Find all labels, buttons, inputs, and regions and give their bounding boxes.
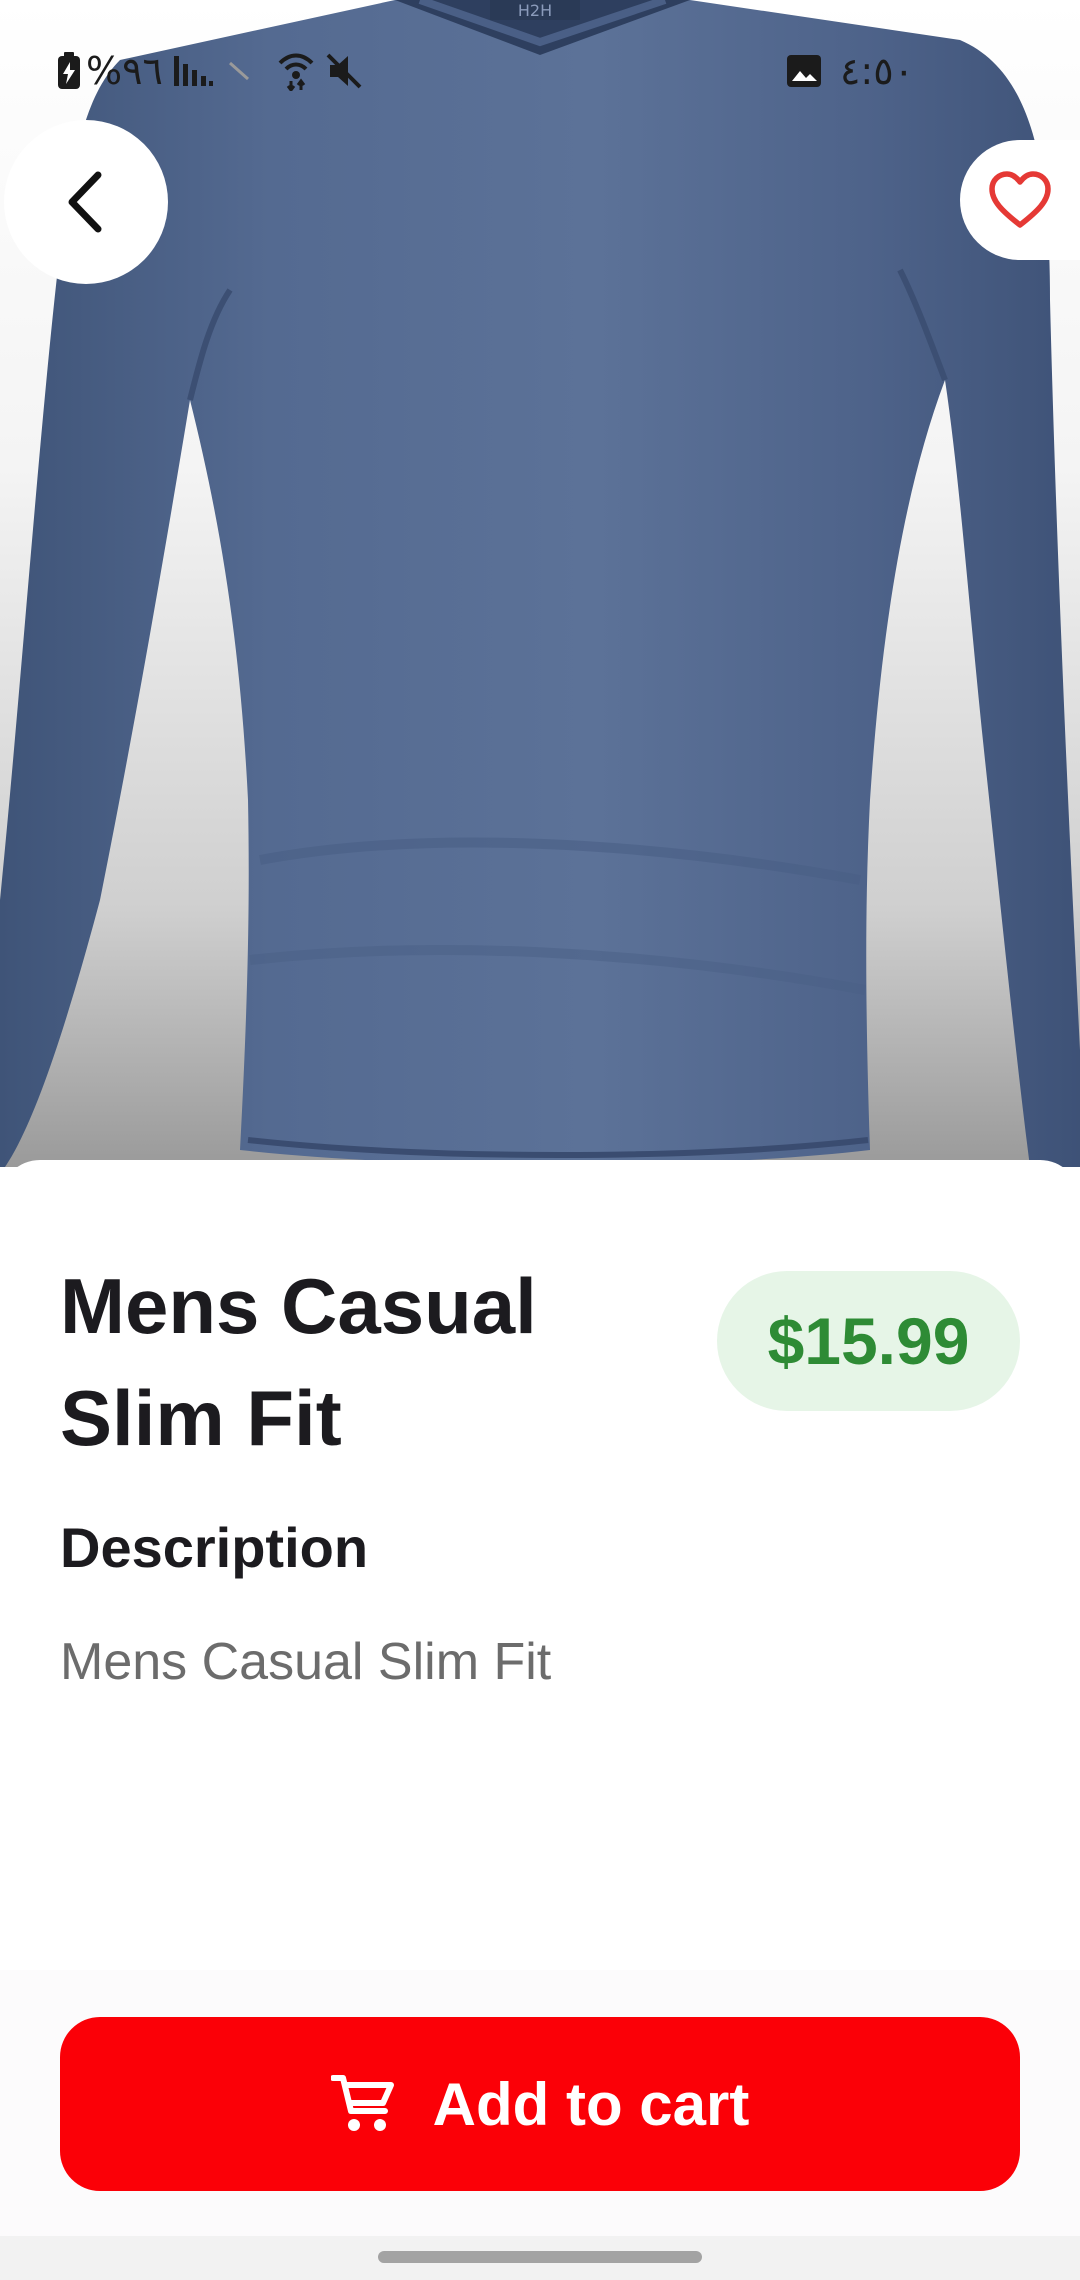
no-signal-icon xyxy=(228,48,250,94)
wifi-icon xyxy=(278,48,314,94)
gallery-icon xyxy=(786,48,822,94)
add-to-cart-button[interactable]: Add to cart xyxy=(60,2017,1020,2191)
home-indicator[interactable] xyxy=(378,2251,702,2263)
battery-percent: %٩٦ xyxy=(86,49,163,93)
add-to-cart-label: Add to cart xyxy=(432,2070,750,2138)
back-button[interactable] xyxy=(4,120,168,284)
heart-outline-icon xyxy=(989,171,1051,228)
status-bar: %٩٦ ٤:٥٠ xyxy=(0,0,1080,140)
chevron-left-icon xyxy=(68,171,102,233)
description-heading: Description xyxy=(60,1516,369,1579)
battery-charging-icon xyxy=(56,48,82,94)
status-time: ٤:٥٠ xyxy=(840,49,915,93)
price-badge: $15.99 xyxy=(717,1271,1020,1411)
product-details: Mens Casual Slim Fit $15.99 Description … xyxy=(0,1160,1080,1970)
product-title: Mens Casual Slim Fit xyxy=(60,1262,537,1462)
bottom-action-bar: Add to cart xyxy=(0,1970,1080,2236)
gesture-navigation-bar xyxy=(0,2236,1080,2280)
mute-icon xyxy=(326,48,364,94)
price-text: $15.99 xyxy=(767,1304,970,1378)
signal-icon xyxy=(174,48,214,94)
shopping-cart-icon xyxy=(330,2075,394,2131)
description-text: Mens Casual Slim Fit xyxy=(60,1633,552,1691)
favorite-button[interactable] xyxy=(960,140,1080,260)
